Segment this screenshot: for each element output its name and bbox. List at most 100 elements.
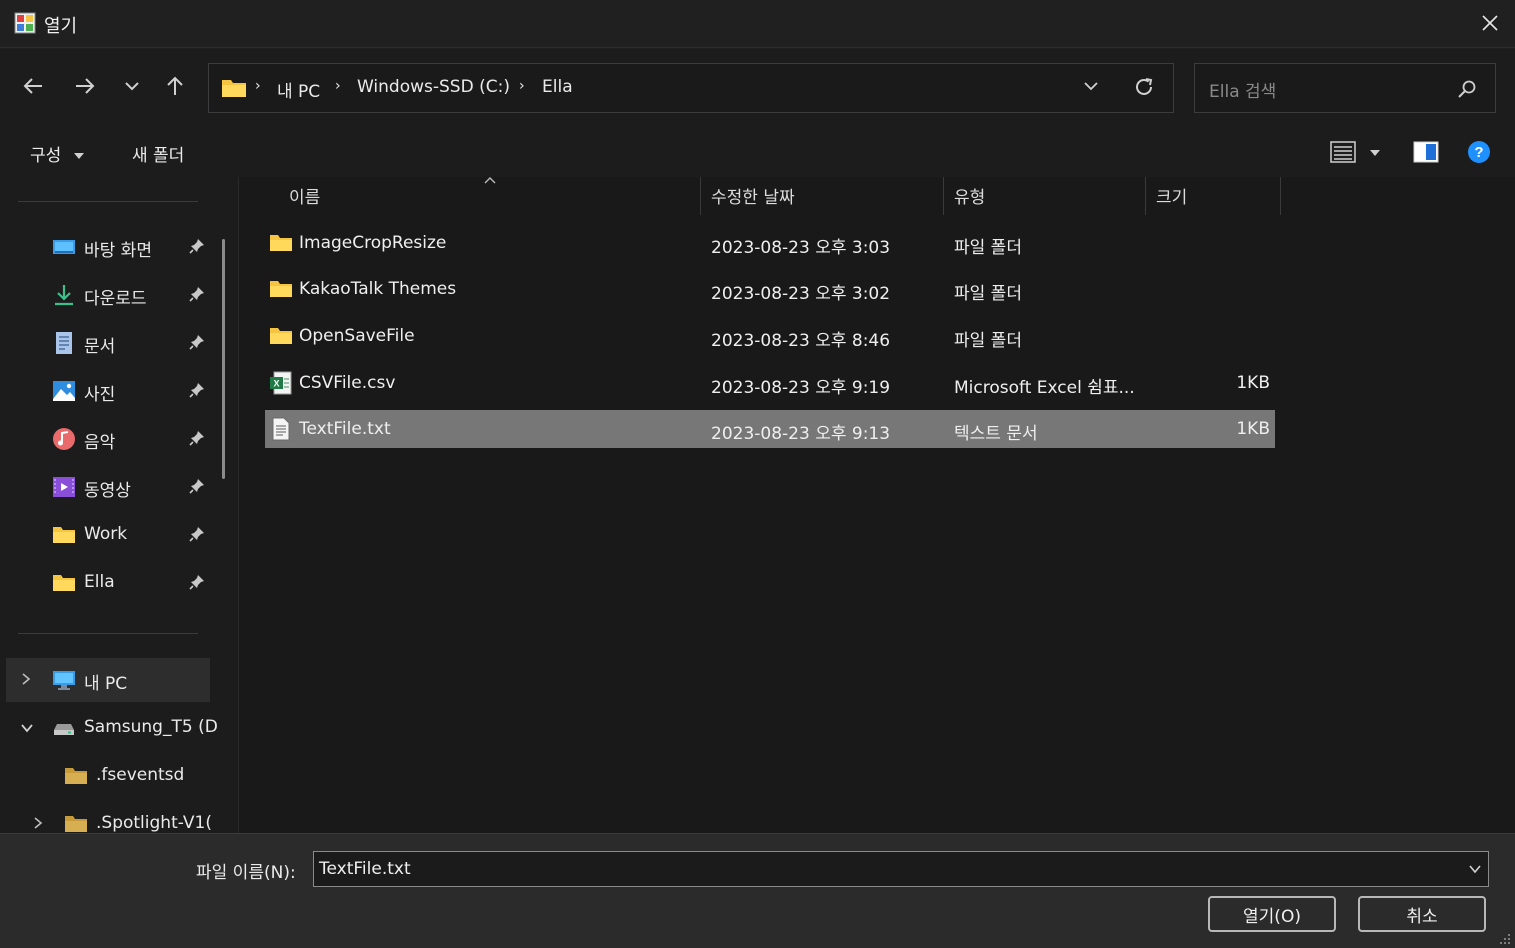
sidebar-item-samsung-t5[interactable]: Samsung_T5 (D [0, 706, 230, 750]
folder-icon [65, 768, 87, 784]
view-options-button[interactable] [1330, 140, 1381, 169]
breadcrumb-current[interactable]: Ella [542, 77, 573, 97]
excel-csv-icon: X [270, 371, 292, 395]
sidebar-item-spotlight[interactable]: .Spotlight-V1( [0, 802, 238, 833]
address-bar[interactable]: › 내 PC › Windows-SSD (C:) › Ella [208, 63, 1174, 113]
sidebar-item-work[interactable]: Work [0, 513, 212, 557]
footer-panel: 파일 이름(N): TextFile.txt 열기(O) 취소 [0, 833, 1515, 948]
pin-icon[interactable] [188, 573, 206, 591]
cancel-button[interactable]: 취소 [1358, 896, 1486, 932]
new-folder-button[interactable]: 새 폴더 [132, 141, 184, 166]
column-divider[interactable] [700, 177, 701, 215]
sidebar-item-my-pc[interactable]: 내 PC [6, 658, 210, 702]
preview-pane-button[interactable] [1413, 140, 1439, 169]
column-divider[interactable] [1280, 177, 1281, 215]
recent-locations-button[interactable] [117, 71, 147, 101]
file-date: 2023-08-23 오후 9:13 [711, 424, 891, 444]
sidebar-item-documents[interactable]: 문서 [0, 321, 212, 365]
pin-icon[interactable] [188, 381, 206, 399]
search-box[interactable]: Ella 검색 [1194, 63, 1496, 113]
refresh-icon[interactable] [1133, 76, 1155, 98]
up-button[interactable] [160, 71, 190, 101]
sidebar-item-label: Work [84, 524, 128, 544]
chevron-down-icon[interactable] [1083, 78, 1099, 94]
column-header-size[interactable]: 크기 [1156, 183, 1187, 208]
document-icon [56, 332, 72, 354]
sidebar-item-pictures[interactable]: 사진 [0, 369, 212, 413]
column-header-name[interactable]: 이름 [289, 183, 320, 208]
search-icon[interactable] [1457, 79, 1477, 99]
file-row[interactable]: ImageCropResize 2023-08-23 오후 3:03 파일 폴더 [265, 224, 1275, 262]
navigation-bar: › 내 PC › Windows-SSD (C:) › Ella Ella 검색 [0, 49, 1515, 127]
sidebar-item-downloads[interactable]: 다운로드 [0, 273, 212, 317]
organize-label: 구성 [30, 146, 62, 166]
pin-icon[interactable] [188, 525, 206, 543]
folder-icon [53, 575, 75, 591]
pin-icon[interactable] [188, 285, 206, 303]
sidebar-item-label: Ella [84, 572, 115, 592]
filename-label: 파일 이름(N): [196, 863, 296, 883]
sidebar-scrollbar[interactable] [222, 239, 225, 479]
chevron-down-icon[interactable] [1468, 863, 1482, 875]
help-button[interactable]: ? [1467, 140, 1491, 169]
sidebar-item-fseventsd[interactable]: .fseventsd [0, 754, 212, 798]
caret-down-icon [73, 153, 84, 159]
open-button[interactable]: 열기(O) [1208, 896, 1336, 932]
column-divider[interactable] [943, 177, 944, 215]
arrow-left-icon [23, 78, 42, 94]
file-row[interactable]: OpenSaveFile 2023-08-23 오후 8:46 파일 폴더 [265, 317, 1275, 355]
app-icon [14, 12, 36, 34]
file-type: Microsoft Excel 쉼표... [954, 378, 1135, 398]
sidebar-item-label: 동영상 [84, 481, 131, 501]
sidebar-item-music[interactable]: 음악 [0, 417, 212, 461]
column-divider[interactable] [1145, 177, 1146, 215]
sidebar-item-videos[interactable]: 동영상 [0, 465, 212, 509]
breadcrumb-my-pc[interactable]: 내 PC [277, 77, 320, 102]
forward-button[interactable] [70, 71, 100, 101]
sidebar-item-label: 음악 [84, 433, 116, 453]
pictures-icon [53, 381, 75, 401]
column-header-date[interactable]: 수정한 날짜 [711, 183, 795, 208]
file-name: OpenSaveFile [299, 326, 415, 346]
filename-input[interactable]: TextFile.txt [313, 851, 1489, 887]
close-button[interactable] [1465, 0, 1515, 46]
pin-icon[interactable] [188, 429, 206, 447]
breadcrumb-drive[interactable]: Windows-SSD (C:) [357, 77, 510, 97]
chevron-right-icon[interactable] [20, 672, 32, 686]
sidebar-item-ella[interactable]: Ella [0, 561, 212, 605]
chevron-right-icon[interactable] [32, 816, 44, 830]
file-row[interactable]: KakaoTalk Themes 2023-08-23 오후 3:02 파일 폴… [265, 270, 1275, 308]
sidebar-item-desktop[interactable]: 바탕 화면 [0, 225, 212, 269]
file-name: CSVFile.csv [299, 373, 396, 393]
window-title: 열기 [44, 16, 78, 37]
music-icon [53, 428, 75, 450]
folder-icon [270, 235, 292, 251]
arrow-right-icon [76, 78, 95, 94]
arrow-up-icon [167, 76, 183, 95]
pin-icon[interactable] [188, 237, 206, 255]
pin-icon[interactable] [188, 333, 206, 351]
file-row[interactable]: X CSVFile.csv 2023-08-23 오후 9:19 Microso… [265, 364, 1275, 402]
folder-icon [270, 328, 292, 344]
file-type: 텍스트 문서 [954, 424, 1038, 444]
pin-icon[interactable] [188, 477, 206, 495]
folder-icon [270, 281, 292, 297]
file-row-selected[interactable]: TextFile.txt 2023-08-23 오후 9:13 텍스트 문서 1… [265, 410, 1275, 448]
file-date: 2023-08-23 오후 9:19 [711, 378, 891, 398]
close-icon [1482, 15, 1498, 31]
download-icon [55, 285, 73, 306]
divider [18, 633, 198, 634]
resize-grip-icon[interactable] [1499, 933, 1511, 945]
column-header-type[interactable]: 유형 [954, 183, 985, 208]
back-button[interactable] [18, 71, 48, 101]
chevron-down-icon[interactable] [20, 722, 34, 734]
file-date: 2023-08-23 오후 8:46 [711, 331, 891, 351]
preview-pane-icon [1413, 141, 1439, 163]
filename-value[interactable]: TextFile.txt [319, 859, 411, 879]
drive-icon [54, 724, 74, 735]
folder-icon [53, 527, 75, 543]
svg-text:?: ? [1474, 144, 1483, 161]
file-name: TextFile.txt [299, 419, 391, 439]
organize-button[interactable]: 구성 [30, 141, 85, 166]
pc-icon [53, 671, 75, 690]
